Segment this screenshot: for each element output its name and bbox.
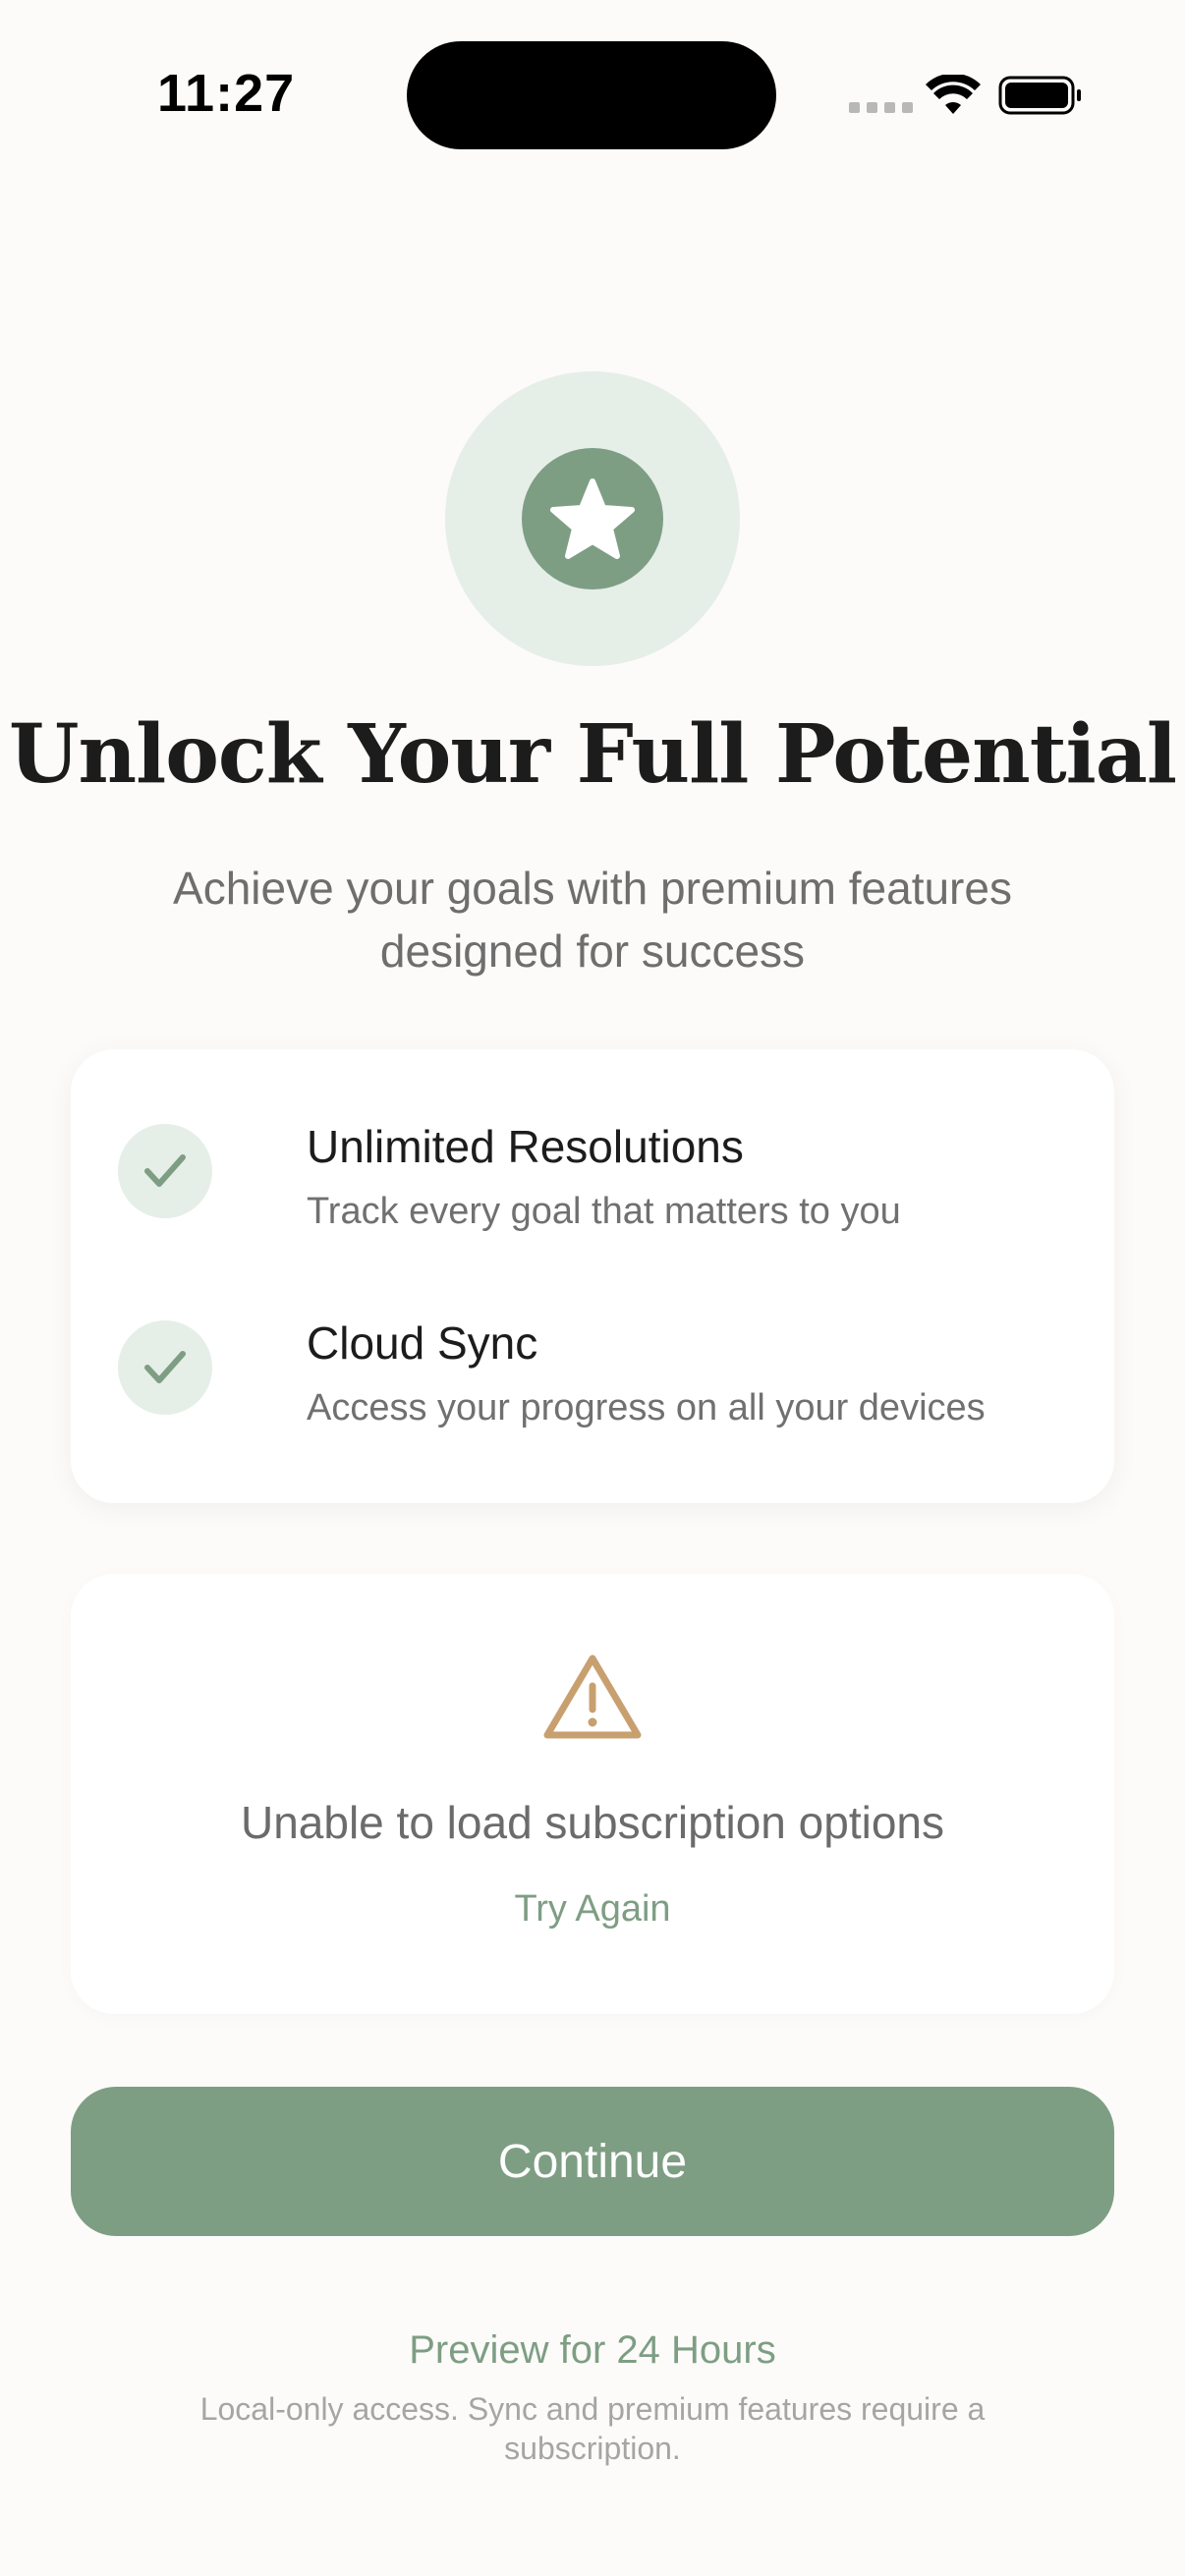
feature-title: Unlimited Resolutions bbox=[307, 1121, 744, 1172]
try-again-button[interactable]: Try Again bbox=[444, 1888, 741, 1931]
feature-item-cloud-sync: Cloud Sync Access your progress on all y… bbox=[118, 1316, 1061, 1434]
features-card: Unlimited Resolutions Track every goal t… bbox=[71, 1049, 1114, 1503]
error-message: Unable to load subscription options bbox=[240, 1797, 944, 1848]
dynamic-island bbox=[407, 41, 776, 149]
paywall-screen: 11:27 Unlock Your Full Potential Achieve… bbox=[0, 0, 1185, 2576]
checkmark-icon bbox=[118, 1320, 212, 1415]
feature-item-unlimited-resolutions: Unlimited Resolutions Track every goal t… bbox=[118, 1120, 1061, 1238]
hero-badge bbox=[445, 371, 740, 666]
checkmark-icon bbox=[118, 1124, 212, 1218]
preview-24-hours-button[interactable]: Preview for 24 Hours bbox=[295, 2328, 890, 2373]
feature-description: Access your progress on all your devices bbox=[307, 1387, 986, 1428]
status-time: 11:27 bbox=[157, 64, 296, 123]
hero-badge-inner bbox=[522, 448, 663, 589]
page-title: Unlock Your Full Potential bbox=[8, 707, 1177, 802]
wifi-icon bbox=[926, 75, 981, 114]
cellular-signal-icon bbox=[849, 102, 913, 113]
battery-icon bbox=[998, 76, 1081, 115]
continue-button[interactable]: Continue bbox=[71, 2087, 1114, 2236]
page-subtitle: Achieve your goals with premium features… bbox=[173, 863, 1012, 977]
star-icon bbox=[550, 478, 635, 559]
subscription-error-card: Unable to load subscription options Try … bbox=[71, 1574, 1114, 2014]
preview-note: Local-only access. Sync and premium feat… bbox=[199, 2391, 986, 2466]
feature-description: Track every goal that matters to you bbox=[307, 1191, 901, 1232]
warning-icon bbox=[543, 1654, 642, 1739]
feature-title: Cloud Sync bbox=[307, 1317, 538, 1369]
